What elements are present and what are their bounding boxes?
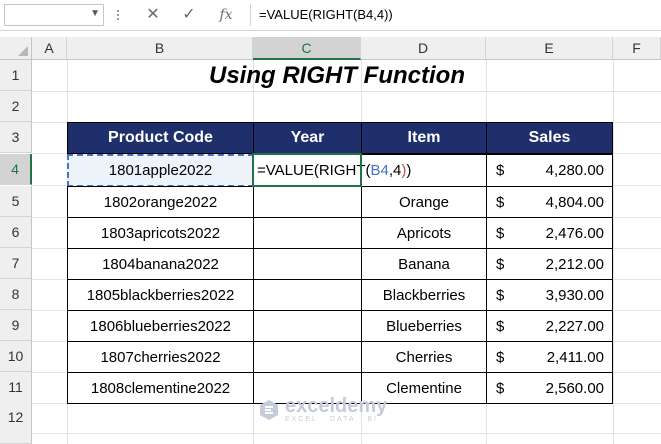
- drag-handle-icon[interactable]: [117, 8, 121, 22]
- sales-value: 2,227.00: [545, 317, 604, 335]
- cell-product-code[interactable]: 1806blueberries2022: [67, 310, 254, 342]
- currency-symbol: $: [496, 317, 505, 335]
- column-header-d[interactable]: D: [361, 37, 486, 60]
- cell-product-code[interactable]: 1803apricots2022: [67, 217, 254, 249]
- currency-symbol: $: [496, 286, 505, 304]
- sales-value: 4,804.00: [545, 193, 604, 211]
- cell-sales[interactable]: $2,560.00: [486, 372, 613, 404]
- chevron-down-icon[interactable]: ▼: [90, 8, 100, 19]
- cell-item[interactable]: Orange: [361, 186, 487, 218]
- cell-year[interactable]: [253, 248, 362, 280]
- cell-sales[interactable]: $4,804.00: [486, 186, 613, 218]
- column-header-b[interactable]: B: [67, 37, 253, 60]
- sales-value: 2,411.00: [546, 348, 604, 366]
- currency-symbol: $: [496, 193, 505, 211]
- row-gridline: [32, 91, 661, 92]
- row-header-12[interactable]: 12: [0, 402, 32, 444]
- exceldemy-logo-icon: [260, 399, 278, 420]
- sales-value: 3,930.00: [545, 286, 604, 304]
- cell-product-code[interactable]: 1802orange2022: [67, 186, 254, 218]
- row-header-5[interactable]: 5: [0, 186, 32, 217]
- cell-item[interactable]: Apricots: [361, 217, 487, 249]
- cell-product-code[interactable]: 1808clementine2022: [67, 372, 254, 404]
- row-header-6[interactable]: 6: [0, 217, 32, 248]
- row-header-1[interactable]: 1: [0, 60, 32, 91]
- enter-icon[interactable]: ✓: [178, 5, 200, 25]
- cell-sales[interactable]: $4,280.00: [486, 154, 613, 187]
- formula-reference: B4: [370, 162, 389, 179]
- sales-value: 2,476.00: [545, 224, 604, 242]
- cell-product-code[interactable]: 1801apple2022: [67, 154, 254, 187]
- watermark-tagline: EXCEL · DATA · BI: [285, 416, 378, 423]
- row-header-10[interactable]: 10: [0, 341, 32, 372]
- currency-symbol: $: [496, 255, 505, 273]
- insert-function-icon[interactable]: fx: [215, 5, 237, 25]
- cell-item[interactable]: Blueberries: [361, 310, 487, 342]
- row-header-11[interactable]: 11: [0, 372, 32, 403]
- currency-symbol: $: [496, 162, 505, 179]
- active-cell-border: [252, 153, 362, 187]
- column-header-f[interactable]: F: [613, 37, 661, 60]
- cancel-icon[interactable]: ✕: [142, 5, 164, 25]
- cell-year[interactable]: [253, 186, 362, 218]
- sales-value: 4,280.00: [545, 162, 604, 179]
- cell-sales[interactable]: $2,227.00: [486, 310, 613, 342]
- currency-symbol: $: [496, 379, 505, 397]
- cell-item[interactable]: Cherries: [361, 341, 487, 373]
- header-year[interactable]: Year: [253, 122, 362, 154]
- sales-value: 2,560.00: [545, 379, 604, 397]
- row-header-2[interactable]: 2: [0, 91, 32, 122]
- sheet-title: Using RIGHT Function: [209, 62, 465, 89]
- column-header-e[interactable]: E: [486, 37, 613, 60]
- column-header-c[interactable]: C: [253, 37, 361, 60]
- row-header-7[interactable]: 7: [0, 248, 32, 279]
- cell-year[interactable]: [253, 279, 362, 311]
- cell-year[interactable]: [253, 217, 362, 249]
- currency-symbol: $: [496, 224, 505, 242]
- cell-year[interactable]: [253, 310, 362, 342]
- name-box[interactable]: ▼: [4, 4, 104, 26]
- cell-sales[interactable]: $2,212.00: [486, 248, 613, 280]
- sales-value: 2,212.00: [545, 255, 604, 273]
- formula-input[interactable]: =VALUE(RIGHT(B4,4)): [250, 4, 661, 26]
- watermark-name: exceldemy: [285, 395, 388, 417]
- cell-product-code[interactable]: 1805blackberries2022: [67, 279, 254, 311]
- cell-item[interactable]: Banana: [361, 248, 487, 280]
- currency-symbol: $: [496, 348, 505, 366]
- column-gridline: [613, 60, 614, 444]
- formula-bar: ▼ ✕ ✓ fx =VALUE(RIGHT(B4,4)): [0, 0, 661, 31]
- formula-paren-outer: ): [406, 162, 412, 179]
- cell-product-code[interactable]: 1804banana2022: [67, 248, 254, 280]
- column-header-a[interactable]: A: [32, 37, 67, 60]
- header-sales[interactable]: Sales: [486, 122, 613, 154]
- row-header-4[interactable]: 4: [0, 154, 32, 185]
- watermark: exceldemy EXCEL · DATA · BI: [257, 396, 387, 423]
- formula-arg: ,4: [388, 162, 402, 179]
- select-all-corner[interactable]: [0, 37, 32, 60]
- row-header-8[interactable]: 8: [0, 279, 32, 310]
- header-item[interactable]: Item: [361, 122, 487, 154]
- row-header-3[interactable]: 3: [0, 122, 32, 153]
- row-gridline: [32, 433, 661, 434]
- cell-item[interactable]: Blackberries: [361, 279, 487, 311]
- header-product-code[interactable]: Product Code: [67, 122, 254, 154]
- cell-year[interactable]: [253, 341, 362, 373]
- cell-sales[interactable]: $2,476.00: [486, 217, 613, 249]
- row-header-9[interactable]: 9: [0, 310, 32, 341]
- cell-sales[interactable]: $3,930.00: [486, 279, 613, 311]
- cell-product-code[interactable]: 1807cherries2022: [67, 341, 254, 373]
- cell-sales[interactable]: $2,411.00: [486, 341, 613, 373]
